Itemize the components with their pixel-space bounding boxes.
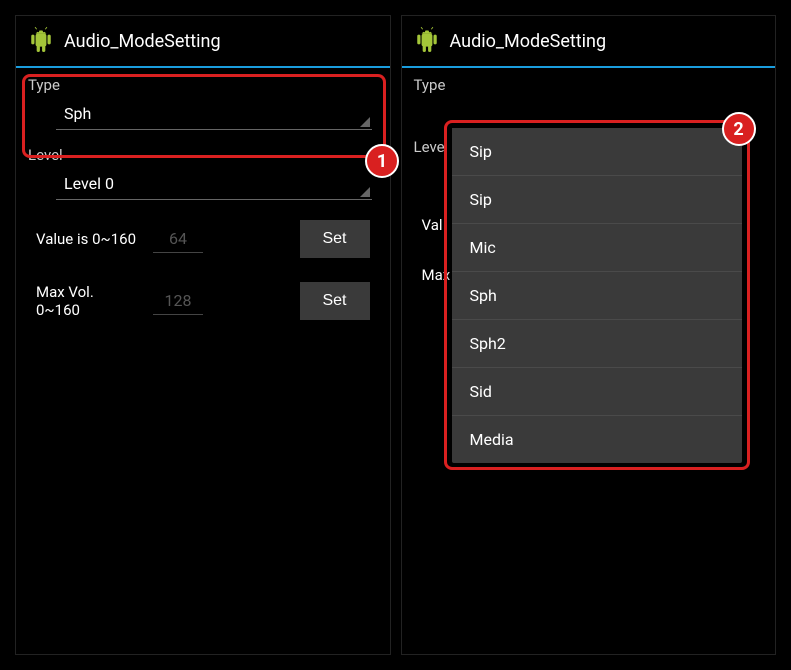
badge-1: 1 [365,144,399,178]
maxvol-label: Max Vol. 0~160 [36,283,141,319]
dropdown-item-sip[interactable]: Sip [452,176,742,224]
maxvol-row: Max Vol. 0~160 128 Set [16,270,390,332]
level-label: Level [16,138,390,168]
dropdown-item-sph2[interactable]: Sph2 [452,320,742,368]
level-spinner[interactable]: Level 0 [56,168,372,200]
value-label: Value is 0~160 [36,230,141,248]
content-area: Type Sph Level Level 0 Value is 0~160 64… [16,68,390,332]
android-robot-icon [28,26,54,56]
app-title: Audio_ModeSetting [64,31,221,52]
dropdown-selected[interactable]: Sip [452,128,742,176]
phone-screen-2: Audio_ModeSetting Type Leve Val Max Sip … [401,15,777,655]
maxvol-input[interactable]: 128 [153,287,203,315]
android-robot-icon [414,26,440,56]
type-label: Type [402,68,776,98]
type-label: Type [16,68,390,98]
phone-screen-1: Audio_ModeSetting Type Sph Level Level 0… [15,15,391,655]
dropdown-item-sid[interactable]: Sid [452,368,742,416]
set-value-button[interactable]: Set [300,220,370,258]
type-spinner[interactable]: Sph [56,98,372,130]
set-maxvol-button[interactable]: Set [300,282,370,320]
dropdown-item-sph[interactable]: Sph [452,272,742,320]
type-dropdown: Sip Sip Mic Sph Sph2 Sid Media [452,128,742,463]
value-row: Value is 0~160 64 Set [16,208,390,270]
value-input[interactable]: 64 [153,225,203,253]
app-title: Audio_ModeSetting [450,31,607,52]
app-header: Audio_ModeSetting [16,16,390,68]
app-header: Audio_ModeSetting [402,16,776,68]
dropdown-item-mic[interactable]: Mic [452,224,742,272]
dropdown-item-media[interactable]: Media [452,416,742,463]
badge-2: 2 [722,112,756,146]
